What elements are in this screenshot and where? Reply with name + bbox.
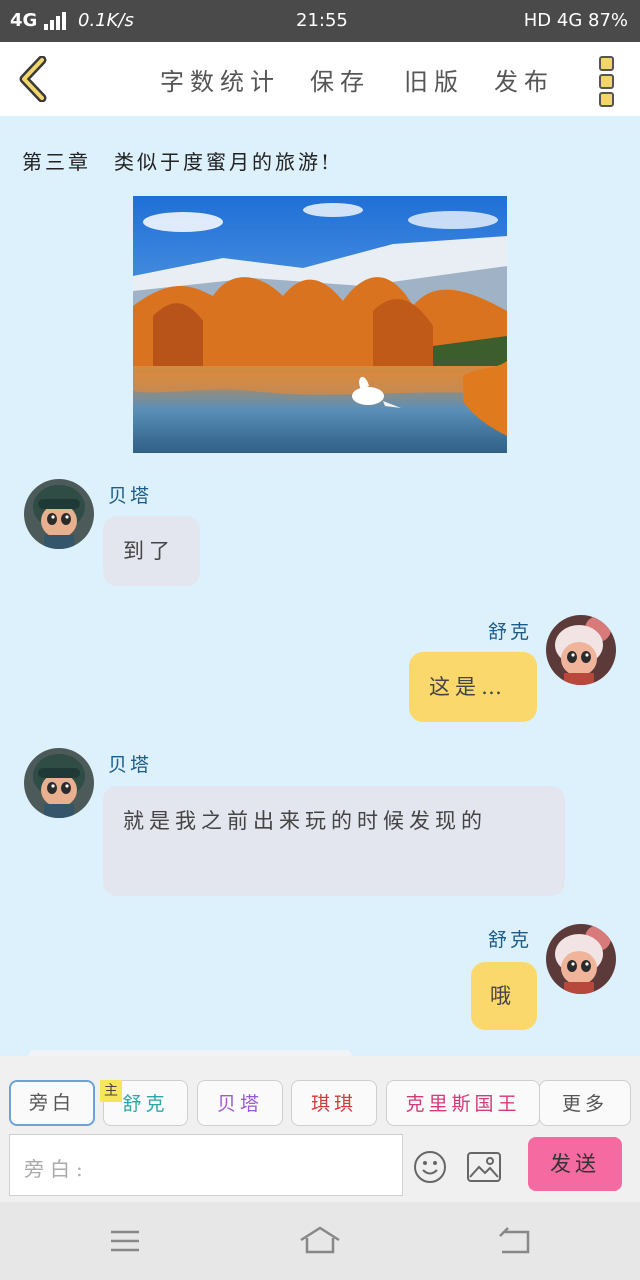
more-menu-icon[interactable]	[596, 56, 616, 107]
editor-toolbar: 字数统计 保存 旧版 发布	[0, 42, 640, 116]
chevron-left-icon	[19, 55, 47, 103]
input-placeholder: 旁白:	[24, 1157, 89, 1181]
chat-content: 第三章 类似于度蜜月的旅游! 贝塔 到了 舒克 这是… 贝塔 就是我之前出来玩的…	[0, 116, 640, 1056]
old-version-button[interactable]: 旧版	[404, 62, 464, 97]
network-speed: 0.1K/s	[78, 10, 134, 31]
home-icon[interactable]	[298, 1224, 342, 1258]
character-chip-king[interactable]: 克里斯国王	[386, 1080, 540, 1126]
beita-avatar-icon	[24, 748, 94, 818]
system-nav-bar	[0, 1202, 640, 1280]
character-chip-beita[interactable]: 贝塔	[197, 1080, 283, 1126]
message-bubble[interactable]: 这是…	[409, 652, 537, 722]
word-count-button[interactable]: 字数统计	[160, 62, 280, 97]
publish-button[interactable]: 发布	[494, 62, 554, 97]
menu-icon[interactable]	[108, 1224, 142, 1258]
speaker-name: 舒克	[488, 621, 533, 643]
image-icon[interactable]	[466, 1151, 502, 1183]
more-characters-button[interactable]: 更多	[539, 1080, 631, 1126]
status-bar: 4G 0.1K/s 21:55 HD 4G 87%	[0, 0, 640, 42]
message-bubble[interactable]: 就是我之前出来玩的时候发现的	[103, 786, 565, 896]
speaker-name: 贝塔	[108, 485, 153, 507]
chapter-title: 第三章 类似于度蜜月的旅游!	[22, 150, 333, 174]
avatar-beita[interactable]	[24, 748, 94, 818]
shuke-avatar-icon	[546, 924, 616, 994]
avatar-shuke[interactable]	[546, 924, 616, 994]
status-right: HD 4G 87%	[523, 10, 628, 31]
network-type: 4G	[10, 10, 38, 31]
character-chip-narrator[interactable]: 旁白	[9, 1080, 95, 1126]
signal-icon	[44, 12, 70, 30]
shuke-avatar-icon	[546, 615, 616, 685]
character-chip-qiqi[interactable]: 琪琪	[291, 1080, 377, 1126]
save-button[interactable]: 保存	[310, 62, 370, 97]
message-bubble[interactable]: 哦	[471, 962, 537, 1030]
send-button[interactable]: 发送	[528, 1137, 622, 1191]
avatar-beita[interactable]	[24, 479, 94, 549]
message-bubble[interactable]: 到了	[103, 516, 200, 586]
emoji-icon[interactable]	[413, 1150, 447, 1184]
back-nav-icon[interactable]	[496, 1224, 532, 1258]
clock: 21:55	[296, 10, 348, 31]
composer-panel: 旁白 舒克 主 贝塔 琪琪 克里斯国王 更多 旁白: 发送	[0, 1056, 640, 1202]
beita-avatar-icon	[24, 479, 94, 549]
main-role-badge: 主	[100, 1080, 122, 1102]
back-button[interactable]	[14, 55, 54, 103]
avatar-shuke[interactable]	[546, 615, 616, 685]
speaker-name: 贝塔	[108, 754, 153, 776]
speaker-name: 舒克	[488, 929, 533, 951]
message-input[interactable]: 旁白:	[9, 1134, 403, 1196]
chapter-image[interactable]	[133, 196, 507, 453]
